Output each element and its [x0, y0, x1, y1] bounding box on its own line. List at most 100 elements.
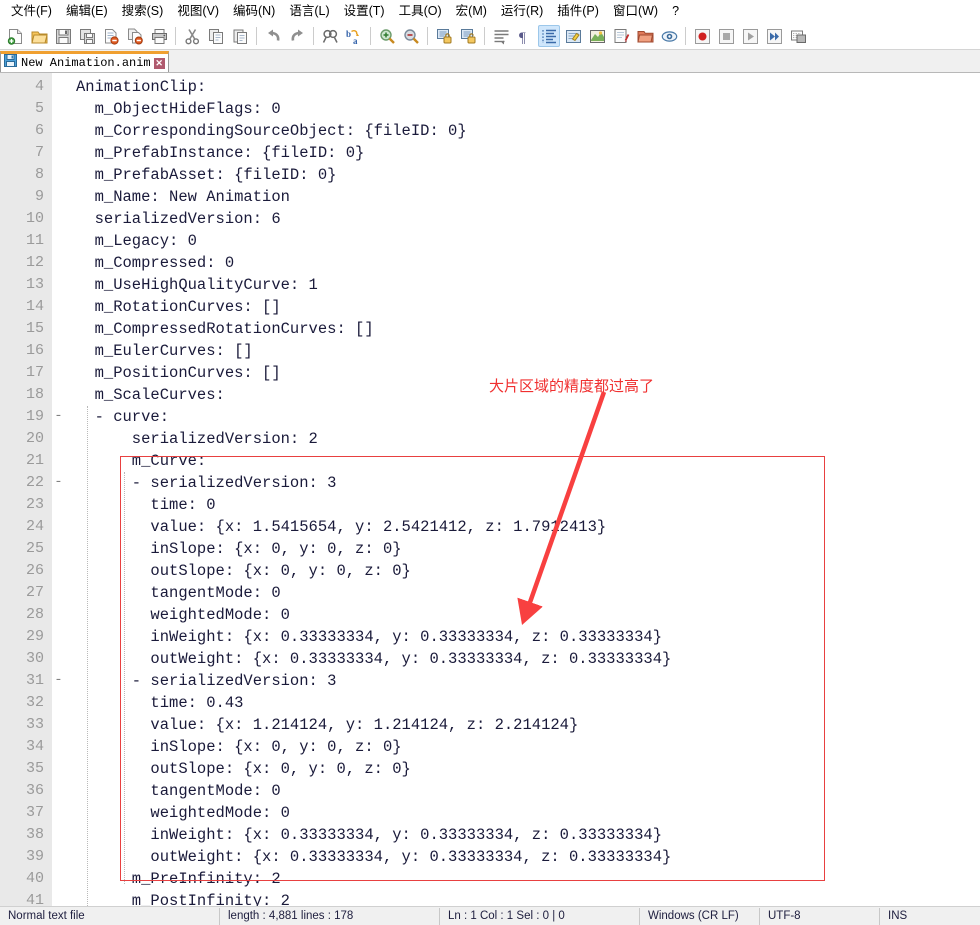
- code-line[interactable]: m_PrefabAsset: {fileID: 0}: [66, 164, 980, 186]
- show-all-characters-icon[interactable]: ¶: [514, 25, 536, 47]
- code-line[interactable]: m_CompressedRotationCurves: []: [66, 318, 980, 340]
- save-macro-icon[interactable]: [787, 25, 809, 47]
- print-icon[interactable]: [148, 25, 170, 47]
- sync-vertical-scroll-icon[interactable]: [433, 25, 455, 47]
- code-line[interactable]: m_UseHighQualityCurve: 1: [66, 274, 980, 296]
- code-text-area[interactable]: AnimationClip: m_ObjectHideFlags: 0 m_Co…: [66, 73, 980, 906]
- menu-language[interactable]: 语言(L): [282, 2, 336, 21]
- play-macro-icon[interactable]: [739, 25, 761, 47]
- record-macro-icon[interactable]: [691, 25, 713, 47]
- user-defined-language-icon[interactable]: [562, 25, 584, 47]
- line-number: 6: [34, 122, 44, 139]
- tab-new-animation-anim[interactable]: New Animation.anim ✕: [0, 51, 169, 72]
- code-line[interactable]: - curve:: [66, 406, 980, 428]
- fold-margin[interactable]: - - -: [52, 73, 66, 906]
- document-map-icon[interactable]: [586, 25, 608, 47]
- fold-collapse-icon[interactable]: -: [54, 475, 63, 489]
- code-line[interactable]: inWeight: {x: 0.33333334, y: 0.33333334,…: [66, 626, 980, 648]
- zoom-out-icon[interactable]: [400, 25, 422, 47]
- redo-icon[interactable]: [286, 25, 308, 47]
- code-line[interactable]: m_Name: New Animation: [66, 186, 980, 208]
- code-line[interactable]: - serializedVersion: 3: [66, 670, 980, 692]
- code-line[interactable]: inSlope: {x: 0, y: 0, z: 0}: [66, 736, 980, 758]
- menu-encoding[interactable]: 编码(N): [226, 2, 282, 21]
- code-line[interactable]: m_RotationCurves: []: [66, 296, 980, 318]
- code-line[interactable]: - serializedVersion: 3: [66, 472, 980, 494]
- code-line[interactable]: m_EulerCurves: []: [66, 340, 980, 362]
- function-list-icon[interactable]: [610, 25, 632, 47]
- toolbar: b a ¶: [0, 23, 980, 50]
- run-macro-multiple-icon[interactable]: [763, 25, 785, 47]
- code-line[interactable]: m_ScaleCurves:: [66, 384, 980, 406]
- code-line[interactable]: m_Curve:: [66, 450, 980, 472]
- new-file-icon[interactable]: [4, 25, 26, 47]
- notepadpp-window: 文件(F) 编辑(E) 搜索(S) 视图(V) 编码(N) 语言(L) 设置(T…: [0, 0, 980, 925]
- code-line[interactable]: value: {x: 1.214124, y: 1.214124, z: 2.2…: [66, 714, 980, 736]
- menu-view[interactable]: 视图(V): [170, 2, 226, 21]
- word-wrap-icon[interactable]: [490, 25, 512, 47]
- code-line[interactable]: serializedVersion: 6: [66, 208, 980, 230]
- line-number: 24: [25, 518, 44, 535]
- code-line[interactable]: serializedVersion: 2: [66, 428, 980, 450]
- fold-collapse-icon[interactable]: -: [54, 409, 63, 423]
- menu-edit[interactable]: 编辑(E): [59, 2, 115, 21]
- code-line[interactable]: m_Legacy: 0: [66, 230, 980, 252]
- replace-icon[interactable]: b a: [343, 25, 365, 47]
- sync-horizontal-scroll-icon[interactable]: [457, 25, 479, 47]
- code-line[interactable]: AnimationClip:: [66, 76, 980, 98]
- code-line[interactable]: outSlope: {x: 0, y: 0, z: 0}: [66, 560, 980, 582]
- code-line[interactable]: outSlope: {x: 0, y: 0, z: 0}: [66, 758, 980, 780]
- menu-window[interactable]: 窗口(W): [606, 2, 665, 21]
- fold-collapse-icon[interactable]: -: [54, 673, 63, 687]
- cut-icon[interactable]: [181, 25, 203, 47]
- toolbar-separator: [313, 27, 314, 45]
- menu-tools[interactable]: 工具(O): [392, 2, 449, 21]
- tab-bar: New Animation.anim ✕: [0, 50, 980, 73]
- menu-file[interactable]: 文件(F): [4, 2, 59, 21]
- menu-plugins[interactable]: 插件(P): [550, 2, 606, 21]
- code-line[interactable]: m_PrefabInstance: {fileID: 0}: [66, 142, 980, 164]
- code-line[interactable]: time: 0.43: [66, 692, 980, 714]
- line-number: 7: [34, 144, 44, 161]
- code-line[interactable]: m_Compressed: 0: [66, 252, 980, 274]
- close-file-icon[interactable]: [100, 25, 122, 47]
- menu-run[interactable]: 运行(R): [494, 2, 550, 21]
- code-line[interactable]: m_ObjectHideFlags: 0: [66, 98, 980, 120]
- code-line[interactable]: tangentMode: 0: [66, 582, 980, 604]
- menu-settings[interactable]: 设置(T): [337, 2, 392, 21]
- code-line[interactable]: value: {x: 1.5415654, y: 2.5421412, z: 1…: [66, 516, 980, 538]
- open-file-icon[interactable]: [28, 25, 50, 47]
- code-line[interactable]: m_PostInfinity: 2: [66, 890, 980, 906]
- stop-macro-icon[interactable]: [715, 25, 737, 47]
- undo-icon[interactable]: [262, 25, 284, 47]
- code-line[interactable]: inSlope: {x: 0, y: 0, z: 0}: [66, 538, 980, 560]
- code-line[interactable]: inWeight: {x: 0.33333334, y: 0.33333334,…: [66, 824, 980, 846]
- zoom-in-icon[interactable]: [376, 25, 398, 47]
- paste-icon[interactable]: [229, 25, 251, 47]
- code-line[interactable]: tangentMode: 0: [66, 780, 980, 802]
- code-line[interactable]: weightedMode: 0: [66, 802, 980, 824]
- indent-guide-icon[interactable]: [538, 25, 560, 47]
- svg-text:a: a: [353, 36, 358, 45]
- close-all-files-icon[interactable]: [124, 25, 146, 47]
- code-line[interactable]: outWeight: {x: 0.33333334, y: 0.33333334…: [66, 648, 980, 670]
- line-number: 22: [25, 474, 44, 491]
- folder-as-workspace-icon[interactable]: [634, 25, 656, 47]
- code-line[interactable]: m_CorrespondingSourceObject: {fileID: 0}: [66, 120, 980, 142]
- code-editor[interactable]: 4 5 6 7 8 9 10 11 12 13 14 15 16 17 18 19 20 21 22 23 24 25 26…: [0, 73, 980, 906]
- monitoring-icon[interactable]: [658, 25, 680, 47]
- tab-close-icon[interactable]: ✕: [153, 57, 165, 69]
- code-line[interactable]: m_PreInfinity: 2: [66, 868, 980, 890]
- save-icon[interactable]: [52, 25, 74, 47]
- menu-help[interactable]: ?: [665, 2, 686, 21]
- code-line[interactable]: weightedMode: 0: [66, 604, 980, 626]
- copy-icon[interactable]: [205, 25, 227, 47]
- save-all-icon[interactable]: [76, 25, 98, 47]
- menu-search[interactable]: 搜索(S): [115, 2, 171, 21]
- line-number: 9: [34, 188, 44, 205]
- code-line[interactable]: m_PositionCurves: []: [66, 362, 980, 384]
- code-line[interactable]: time: 0: [66, 494, 980, 516]
- code-line[interactable]: outWeight: {x: 0.33333334, y: 0.33333334…: [66, 846, 980, 868]
- find-icon[interactable]: [319, 25, 341, 47]
- menu-macro[interactable]: 宏(M): [449, 2, 494, 21]
